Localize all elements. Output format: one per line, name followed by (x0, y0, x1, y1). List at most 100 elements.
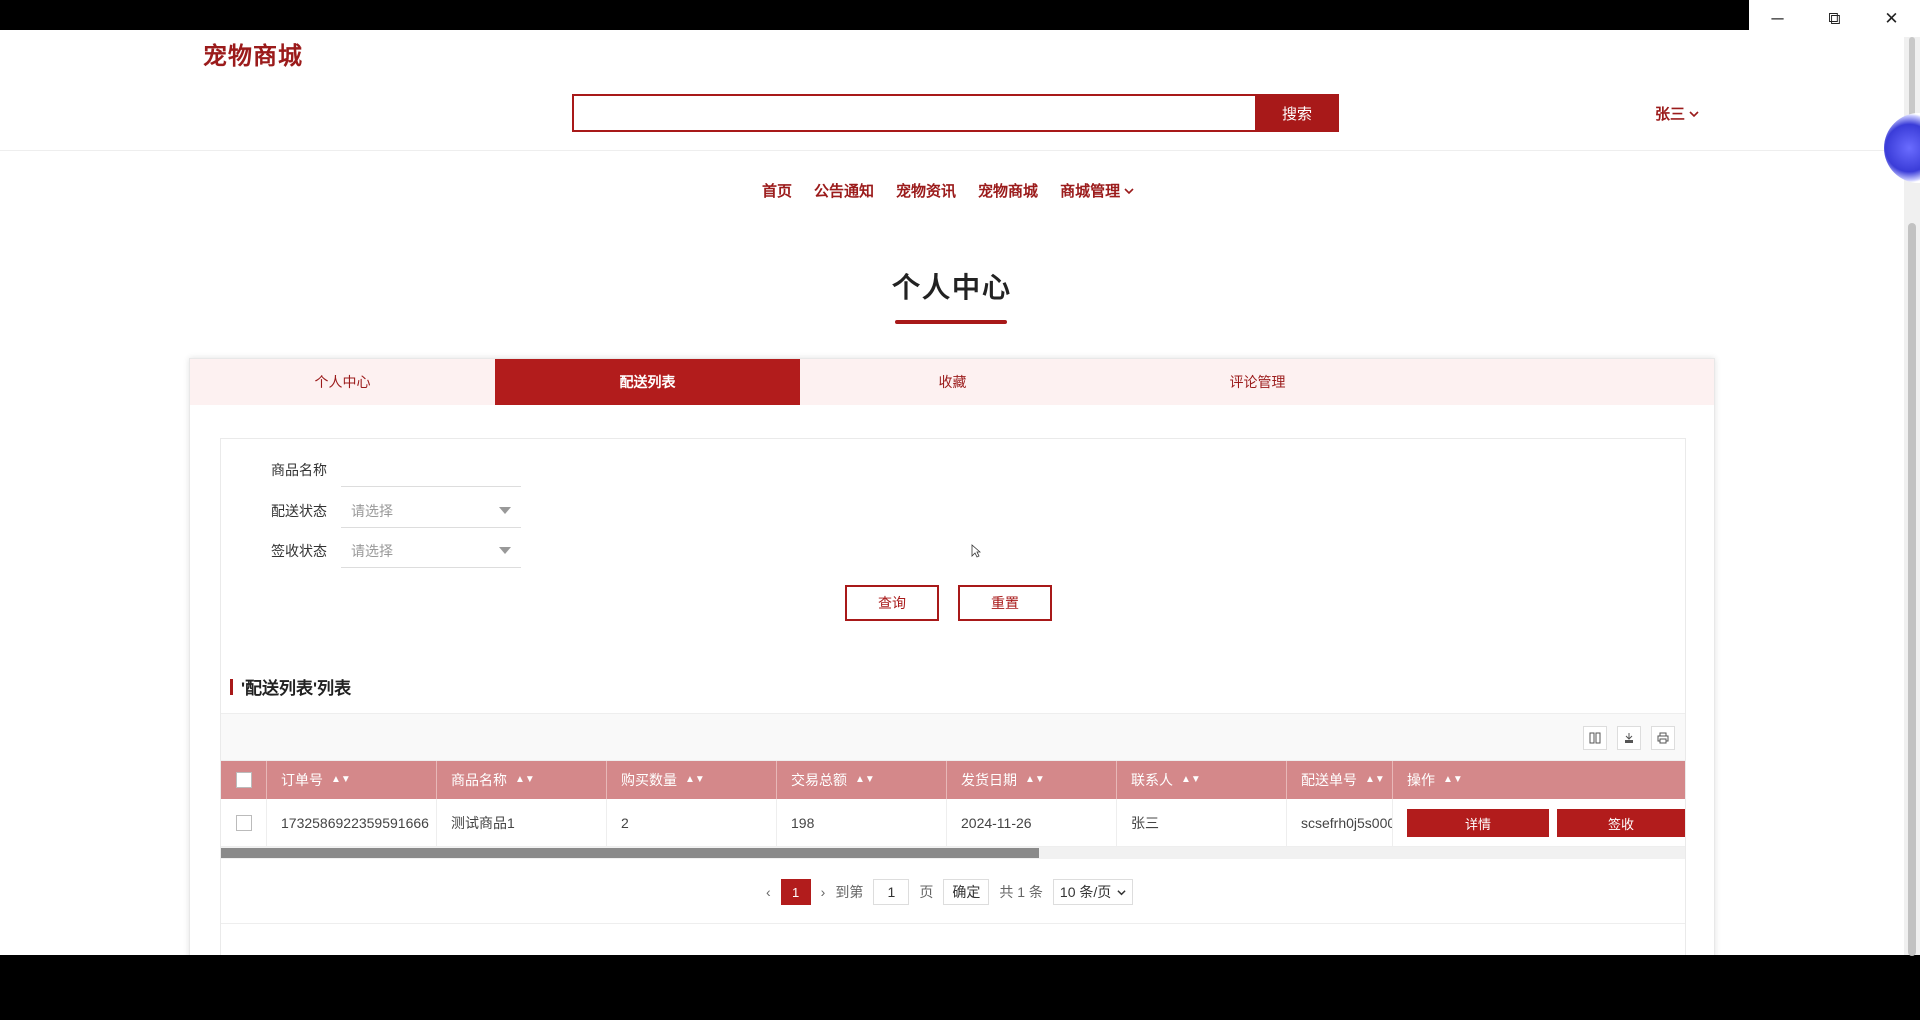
cell-contact: 张三 (1117, 799, 1287, 847)
cell-quantity: 2 (607, 799, 777, 847)
sort-icon: ▲▼ (1181, 774, 1201, 785)
user-name: 张三 (1655, 106, 1686, 123)
list-title-text: '配送列表'列表 (241, 679, 352, 698)
nav-item-mall-admin[interactable]: 商城管理 (1060, 180, 1134, 201)
horizontal-scrollbar[interactable] (221, 847, 1685, 859)
nav-item-pet-news[interactable]: 宠物资讯 (896, 180, 956, 201)
caret-down-icon (499, 507, 511, 514)
goto-page-input[interactable]: 1 (873, 879, 910, 905)
page-title: 个人中心 (891, 272, 1012, 303)
select-placeholder: 请选择 (351, 542, 393, 559)
column-header-product[interactable]: 商品名称 ▲▼ (437, 761, 607, 799)
column-header-delivery-no[interactable]: 配送单号 ▲▼ (1287, 761, 1393, 799)
tab-bar: 个人中心 配送列表 收藏 评论管理 (190, 359, 1714, 405)
prev-page-icon[interactable]: ‹ (766, 879, 771, 905)
filter-receive-status: 签收状态 请选择 (271, 534, 521, 568)
browser-page: 宠物商城 搜索 张三 首页 公告通知 宠物资讯 宠物商城 商城管理 个人中心 个… (0, 30, 1904, 955)
header-divider (0, 150, 1904, 151)
tab-favorites[interactable]: 收藏 (800, 359, 1105, 405)
cell-order-no: 1732586922359591666 (267, 799, 437, 847)
cell-product: 测试商品1 (437, 799, 607, 847)
table-header: 订单号 ▲▼ 商品名称 ▲▼ 购买数量 ▲▼ 交易总额 ▲▼ 发货日期 ▲▼ 联系人 ▲▼ … (221, 761, 1685, 799)
tab-delivery-list[interactable]: 配送列表 (495, 359, 800, 405)
reset-button[interactable]: 重置 (958, 585, 1052, 621)
sign-button[interactable]: 签收 (1557, 809, 1685, 837)
nav-item-pet-mall[interactable]: 宠物商城 (978, 180, 1038, 201)
goto-confirm-button[interactable]: 确定 (943, 879, 990, 905)
select-all-checkbox-cell (221, 761, 267, 799)
column-label: 交易总额 (791, 772, 847, 788)
sort-icon: ▲▼ (685, 774, 705, 785)
column-label: 联系人 (1131, 772, 1173, 788)
print-icon[interactable] (1651, 726, 1675, 750)
list-title: '配送列表'列表 (230, 674, 351, 699)
column-header-quantity[interactable]: 购买数量 ▲▼ (607, 761, 777, 799)
content-panel: 个人中心 配送列表 收藏 评论管理 商品名称 配送状态 请选择 签收状态 请选择 (189, 358, 1715, 955)
receive-status-select[interactable]: 请选择 (341, 534, 521, 568)
mouse-cursor-icon (971, 544, 981, 558)
goto-suffix: 页 (919, 884, 934, 900)
caret-down-icon (499, 547, 511, 554)
column-header-contact[interactable]: 联系人 ▲▼ (1117, 761, 1287, 799)
search-input[interactable] (572, 94, 1256, 132)
nav-item-notices[interactable]: 公告通知 (814, 180, 874, 201)
scrollbar-thumb[interactable] (221, 848, 1039, 858)
query-button[interactable]: 查询 (845, 585, 939, 621)
chevron-down-icon (1124, 187, 1134, 194)
cell-actions: 详情 签收 (1393, 799, 1685, 847)
table-row: 1732586922359591666 测试商品1 2 198 2024-11-… (221, 799, 1685, 847)
nav-item-label: 商城管理 (1060, 183, 1121, 200)
goto-prefix: 到第 (835, 884, 864, 900)
page-size-value: 10 条/页 (1059, 884, 1112, 900)
title-accent-bar (230, 678, 233, 695)
product-name-input[interactable] (341, 453, 521, 487)
column-label: 商品名称 (451, 772, 507, 788)
chevron-down-icon (1689, 110, 1699, 117)
delivery-status-select[interactable]: 请选择 (341, 494, 521, 528)
sort-icon: ▲▼ (331, 774, 351, 785)
page-size-select[interactable]: 10 条/页 (1052, 879, 1134, 905)
filter-product-name: 商品名称 (271, 453, 521, 487)
search-button[interactable]: 搜索 (1255, 94, 1339, 132)
next-page-icon[interactable]: › (821, 879, 826, 905)
nav-item-home[interactable]: 首页 (762, 180, 792, 201)
column-label: 配送单号 (1301, 772, 1357, 788)
site-logo[interactable]: 宠物商城 (203, 36, 303, 71)
nav-item-label: 宠物商城 (978, 183, 1039, 200)
title-underline (895, 320, 1007, 324)
column-label: 订单号 (281, 772, 323, 788)
detail-button[interactable]: 详情 (1407, 809, 1549, 837)
nav-item-label: 公告通知 (814, 183, 875, 200)
filter-label: 配送状态 (271, 503, 327, 519)
row-checkbox-cell (221, 799, 267, 847)
filter-delivery-status: 配送状态 请选择 (271, 494, 521, 528)
sort-icon: ▲▼ (1365, 774, 1385, 785)
total-count: 共 1 条 (999, 884, 1043, 900)
sort-icon: ▲▼ (855, 774, 875, 785)
tab-comments[interactable]: 评论管理 (1105, 359, 1410, 405)
column-label: 发货日期 (961, 772, 1017, 788)
taskbar-strip (0, 988, 1920, 1020)
table-toolbar (221, 713, 1685, 761)
nav-item-label: 首页 (762, 183, 793, 200)
tab-personal-center[interactable]: 个人中心 (190, 359, 495, 405)
column-header-actions[interactable]: 操作 ▲▼ (1393, 761, 1685, 799)
column-header-ship-date[interactable]: 发货日期 ▲▼ (947, 761, 1117, 799)
column-label: 操作 (1407, 772, 1435, 788)
export-icon[interactable] (1617, 726, 1641, 750)
sort-icon: ▲▼ (1025, 774, 1045, 785)
current-page[interactable]: 1 (780, 879, 811, 905)
chevron-down-icon (1117, 889, 1126, 895)
section-divider (221, 923, 1685, 924)
row-checkbox[interactable] (236, 815, 252, 831)
user-menu[interactable]: 张三 (1655, 103, 1699, 124)
columns-icon[interactable] (1583, 726, 1607, 750)
scrollbar-thumb[interactable] (1908, 223, 1916, 956)
column-header-order-no[interactable]: 订单号 ▲▼ (267, 761, 437, 799)
column-header-total[interactable]: 交易总额 ▲▼ (777, 761, 947, 799)
select-all-checkbox[interactable] (236, 772, 252, 788)
pagination: ‹ 1 › 到第 1 页 确定 共 1 条 10 条/页 (766, 879, 1134, 905)
column-label: 购买数量 (621, 772, 677, 788)
main-nav: 首页 公告通知 宠物资讯 宠物商城 商城管理 (762, 180, 1134, 201)
filter-label: 签收状态 (271, 543, 327, 559)
